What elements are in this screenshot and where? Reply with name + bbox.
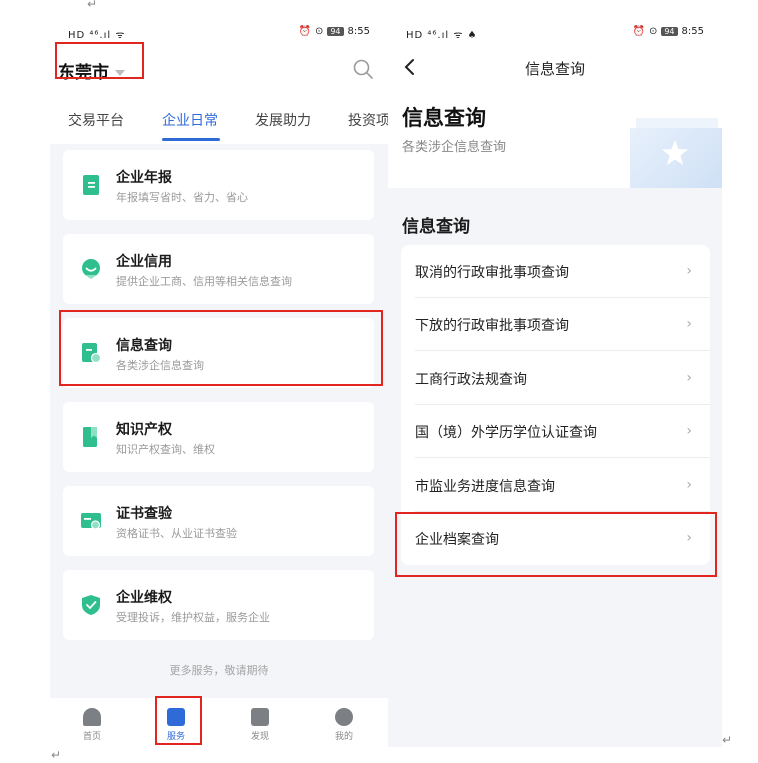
list-item-label: 取消的行政审批事项查询	[415, 265, 569, 281]
service-card-annual-report[interactable]: 企业年报 年报填写省时、省力、省心	[63, 150, 374, 220]
paragraph-mark: ↵	[87, 0, 98, 11]
star-icon	[662, 140, 688, 165]
nav-label: 发现	[250, 732, 269, 742]
list-item-label: 国（境）外学历学位认证查询	[415, 425, 597, 441]
chevron-right-icon: ›	[686, 370, 692, 386]
nav-mine[interactable]: 我的	[324, 708, 364, 742]
info-query-screen: HD ⁴⁶.ıl ᯤ ♠ ⏰ ⊙ 94 8:55 信息查询 信息查询 各类涉企信…	[388, 14, 722, 747]
card-title: 证书查验	[116, 506, 172, 522]
chevron-right-icon: ›	[686, 263, 692, 279]
list-item[interactable]: 国（境）外学历学位认证查询 ›	[401, 405, 710, 458]
highlight-box-archive-query	[395, 512, 717, 577]
highlight-box-services-tab	[155, 696, 202, 745]
card-title: 知识产权	[116, 422, 172, 438]
battery-icon: 94	[327, 27, 344, 36]
card-subtitle: 受理投诉，维护权益，服务企业	[116, 611, 270, 624]
nav-label: 我的	[334, 732, 353, 742]
status-bar: HD ⁴⁶.ıl ᯤ ♠ ⏰ ⊙ 94 8:55	[388, 14, 722, 48]
card-subtitle: 知识产权查询、维权	[116, 443, 215, 456]
alarm-icon: ⏰	[298, 26, 311, 37]
page-title: 信息查询	[524, 60, 585, 78]
nav-home[interactable]: 首页	[72, 708, 112, 742]
card-subtitle: 资格证书、从业证书查验	[116, 527, 237, 540]
chevron-right-icon: ›	[686, 423, 692, 439]
tab-investment-projects[interactable]: 投资项	[348, 110, 388, 130]
chevron-right-icon: ›	[686, 316, 692, 332]
service-card-credit[interactable]: 企业信用 提供企业工商、信用等相关信息查询	[63, 234, 374, 304]
alarm-icon: ⏰	[632, 26, 645, 37]
list-item-label: 工商行政法规查询	[415, 372, 527, 388]
service-card-rights-protection[interactable]: 企业维权 受理投诉，维护权益，服务企业	[63, 570, 374, 640]
list-item-label: 市监业务进度信息查询	[415, 479, 555, 495]
tab-enterprise-daily[interactable]: 企业日常	[162, 110, 218, 130]
list-item[interactable]: 下放的行政审批事项查询 ›	[401, 298, 710, 351]
nav-discover[interactable]: 发现	[240, 708, 280, 742]
card-title: 企业维权	[116, 590, 172, 606]
page-header: 信息查询	[388, 48, 722, 88]
certificate-icon	[81, 513, 101, 530]
search-icon[interactable]	[352, 58, 374, 80]
section-title: 信息查询	[402, 217, 470, 237]
signal-indicators: HD ⁴⁶.ıl ᯤ ♠	[406, 30, 478, 41]
active-tab-indicator	[162, 138, 220, 141]
tab-trading-platform[interactable]: 交易平台	[68, 110, 124, 130]
hero-banner: 信息查询 各类涉企信息查询	[388, 88, 722, 188]
credit-icon	[82, 259, 100, 279]
ip-icon	[83, 427, 97, 447]
paragraph-mark: ↵	[722, 733, 733, 747]
battery-icon: 94	[661, 27, 678, 36]
profile-icon	[335, 708, 353, 726]
card-title: 企业信用	[116, 254, 172, 270]
clock-time: 8:55	[681, 26, 704, 37]
hero-subtitle: 各类涉企信息查询	[402, 140, 507, 155]
nav-label: 首页	[82, 732, 101, 742]
bottom-tab-bar: 首页 服务 发现 我的	[50, 698, 388, 747]
divider	[415, 457, 710, 458]
location-icon: ⊙	[648, 26, 658, 37]
chevron-right-icon: ›	[686, 477, 692, 493]
tab-development-support[interactable]: 发展助力	[255, 110, 311, 130]
report-icon	[83, 175, 99, 195]
location-icon: ⊙	[314, 26, 324, 37]
hero-title: 信息查询	[402, 106, 486, 130]
list-item-label: 下放的行政审批事项查询	[415, 318, 569, 334]
list-item[interactable]: 工商行政法规查询 ›	[401, 352, 710, 405]
signal-indicators: HD ⁴⁶.ıl ᯤ	[68, 30, 126, 41]
home-icon	[83, 708, 101, 726]
card-title: 企业年报	[116, 170, 172, 186]
card-subtitle: 年报填写省时、省力、省心	[116, 191, 248, 204]
service-card-intellectual-property[interactable]: 知识产权 知识产权查询、维权	[63, 402, 374, 472]
list-item[interactable]: 市监业务进度信息查询 ›	[401, 459, 710, 512]
discover-icon	[251, 708, 269, 726]
divider	[415, 350, 710, 351]
more-services-note: 更多服务，敬请期待	[169, 664, 269, 677]
category-tabs: 交易平台 企业日常 发展助力 投资项	[50, 100, 388, 144]
service-card-certificate[interactable]: 证书查验 资格证书、从业证书查验	[63, 486, 374, 556]
clock-time: 8:55	[347, 26, 370, 37]
card-subtitle: 提供企业工商、信用等相关信息查询	[116, 275, 292, 288]
highlight-box-info-query-card	[59, 310, 383, 386]
list-item[interactable]: 取消的行政审批事项查询 ›	[401, 245, 710, 298]
paragraph-mark: ↵	[51, 748, 62, 762]
highlight-box-city	[55, 42, 144, 79]
shield-icon	[82, 595, 100, 615]
